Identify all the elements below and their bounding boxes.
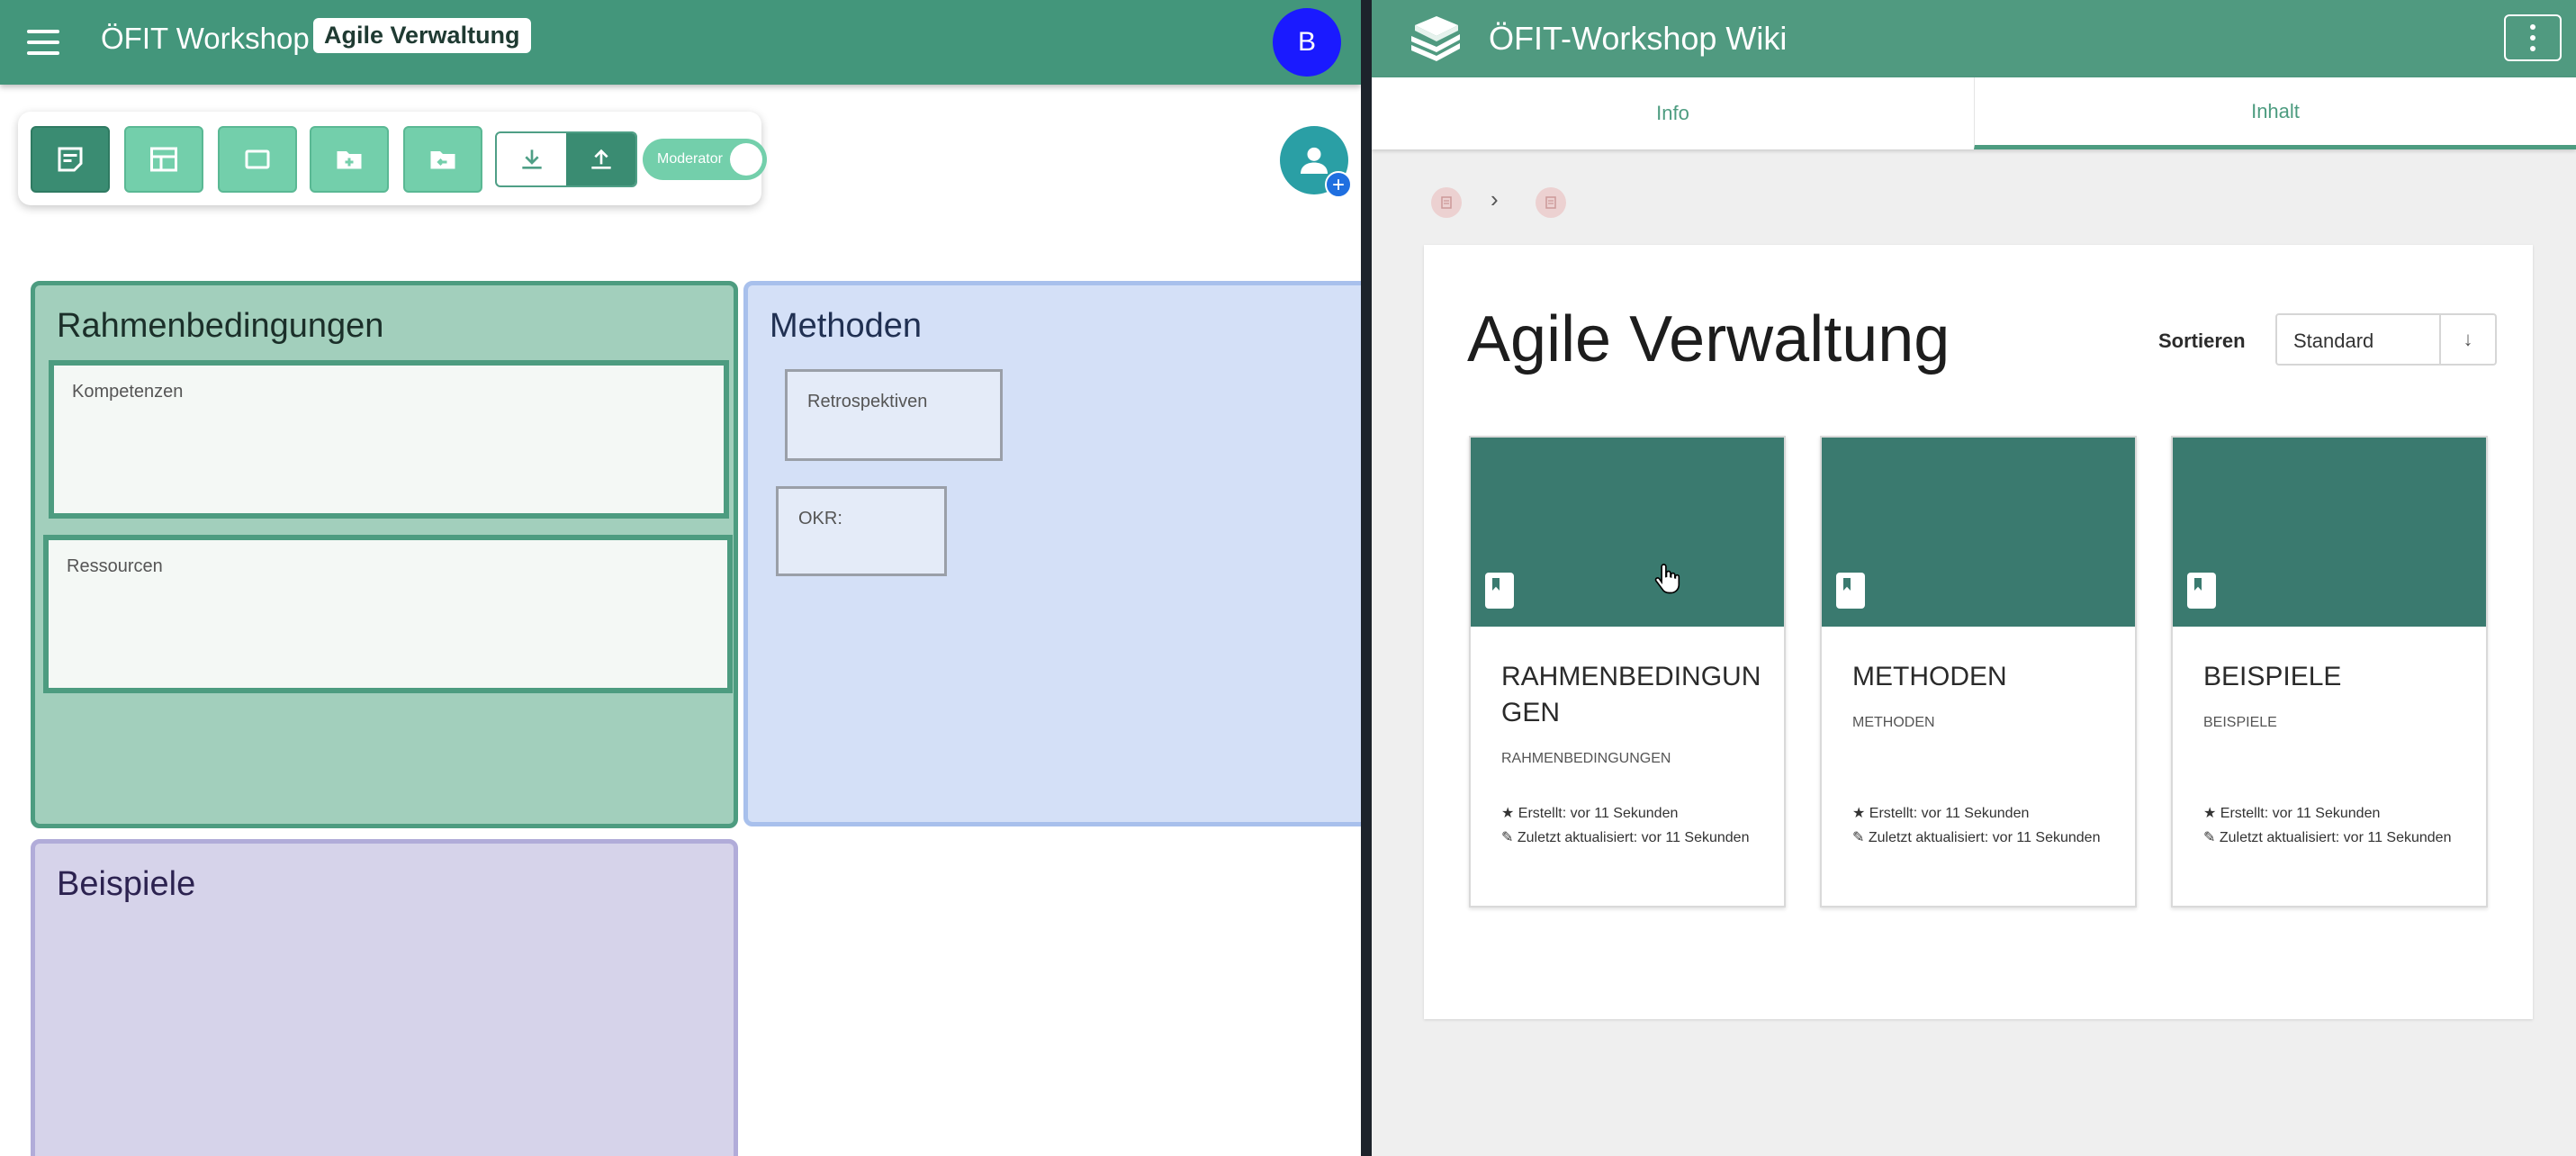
sort-direction-button[interactable]: ↓ [2439,315,2495,364]
board-toolbar: Moderator [18,112,767,205]
card-subtitle: RAHMENBEDINGUNGEN [1501,751,1671,766]
hand-cursor-icon [1654,564,1680,594]
user-icon [1301,147,1328,174]
wiki-header: ÖFIT-Workshop Wiki [1372,0,2576,77]
board-name[interactable]: Agile Verwaltung [313,18,531,53]
layout-button[interactable] [124,126,203,193]
board-header: ÖFIT Workshop Agile Verwaltung B [0,0,1361,85]
upload-icon [590,149,611,169]
user-avatar[interactable]: B [1273,8,1341,77]
sticky-note-button[interactable] [31,126,110,193]
wiki-app: ÖFIT-Workshop Wiki Info Inhalt › Agile V… [1372,0,2576,1156]
sort-value: Standard [2293,330,2374,352]
wiki-tabs: Info Inhalt [1372,77,2576,149]
card-created: ★ Erstellt: vor 11 Sekunden [1852,806,2030,821]
card-updated: ✎ Zuletzt aktualisiert: vor 11 Sekunden [2203,830,2452,845]
board-app: ÖFIT Workshop Agile Verwaltung B Moderat… [0,0,1361,1156]
folder-back-button[interactable] [403,126,482,193]
page-icon [1545,196,1556,209]
folder-plus-icon [337,151,362,169]
page-icon [1441,196,1452,209]
card-2-meta: BEISPIELE ★ Erstellt: vor 11 Sekunden ✎ … [2173,436,2490,908]
frame-title: Beispiele [57,865,196,903]
add-user-button[interactable]: + [1280,126,1352,198]
chevron-right-icon: › [1491,185,1499,212]
tab-info[interactable]: Info [1372,77,1974,149]
books-logo-icon [1411,16,1460,61]
card-created: ★ Erstellt: vor 11 Sekunden [1501,806,1679,821]
sort-select[interactable]: Standard ↓ [2275,313,2497,366]
page-title: Agile Verwaltung [1467,303,1950,375]
download-button[interactable] [497,133,566,185]
frame-title: Rahmenbedingungen [57,307,384,345]
card-subtitle: BEISPIELE [2203,715,2277,730]
download-icon [521,149,542,169]
plus-icon: + [1325,171,1352,198]
upload-button[interactable] [566,133,635,185]
toggle-knob [730,143,762,176]
card-updated: ✎ Zuletzt aktualisiert: vor 11 Sekunden [1852,830,2101,845]
note-retrospektiven[interactable]: Retrospektiven [785,369,1003,461]
card-created: ★ Erstellt: vor 11 Sekunden [2203,806,2381,821]
breadcrumb-current[interactable] [1536,187,1566,218]
note-ressourcen[interactable]: Ressourcen [43,535,733,693]
note-text: Kompetenzen [72,382,184,402]
window-divider [1361,0,1372,1156]
add-folder-button[interactable] [310,126,389,193]
card-updated: ✎ Zuletzt aktualisiert: vor 11 Sekunden [1501,830,1750,845]
dashboard-icon [150,147,177,172]
import-export-group [495,131,637,187]
sort-label: Sortieren [2158,330,2246,352]
frame-title: Methoden [770,307,923,345]
rectangle-icon [245,149,270,169]
frame-button[interactable] [218,126,297,193]
note-text: OKR: [798,509,842,528]
frame-beispiele[interactable]: Beispiele [31,839,738,1156]
sticky-note-icon [58,147,83,172]
note-okr[interactable]: OKR: [776,486,947,576]
breadcrumb-home[interactable] [1431,187,1462,218]
moderator-label: Moderator [657,151,723,167]
note-text: Ressourcen [67,556,163,576]
note-text: Retrospektiven [807,392,928,411]
card-1-meta: METHODEN ★ Erstellt: vor 11 Sekunden ✎ Z… [1822,436,2139,908]
wiki-title: ÖFIT-Workshop Wiki [1489,20,1788,57]
folder-arrow-icon [430,151,455,169]
note-kompetenzen[interactable]: Kompetenzen [49,360,729,519]
card-subtitle: METHODEN [1852,715,1935,730]
moderator-toggle[interactable]: Moderator [643,139,767,180]
menu-icon[interactable] [27,30,59,55]
more-options-icon[interactable] [2504,14,2562,61]
card-0-meta: RAHMENBEDINGUNGEN ★ Erstellt: vor 11 Sek… [1471,436,1788,908]
tab-inhalt[interactable]: Inhalt [1974,77,2576,149]
app-title: ÖFIT Workshop [101,22,310,55]
